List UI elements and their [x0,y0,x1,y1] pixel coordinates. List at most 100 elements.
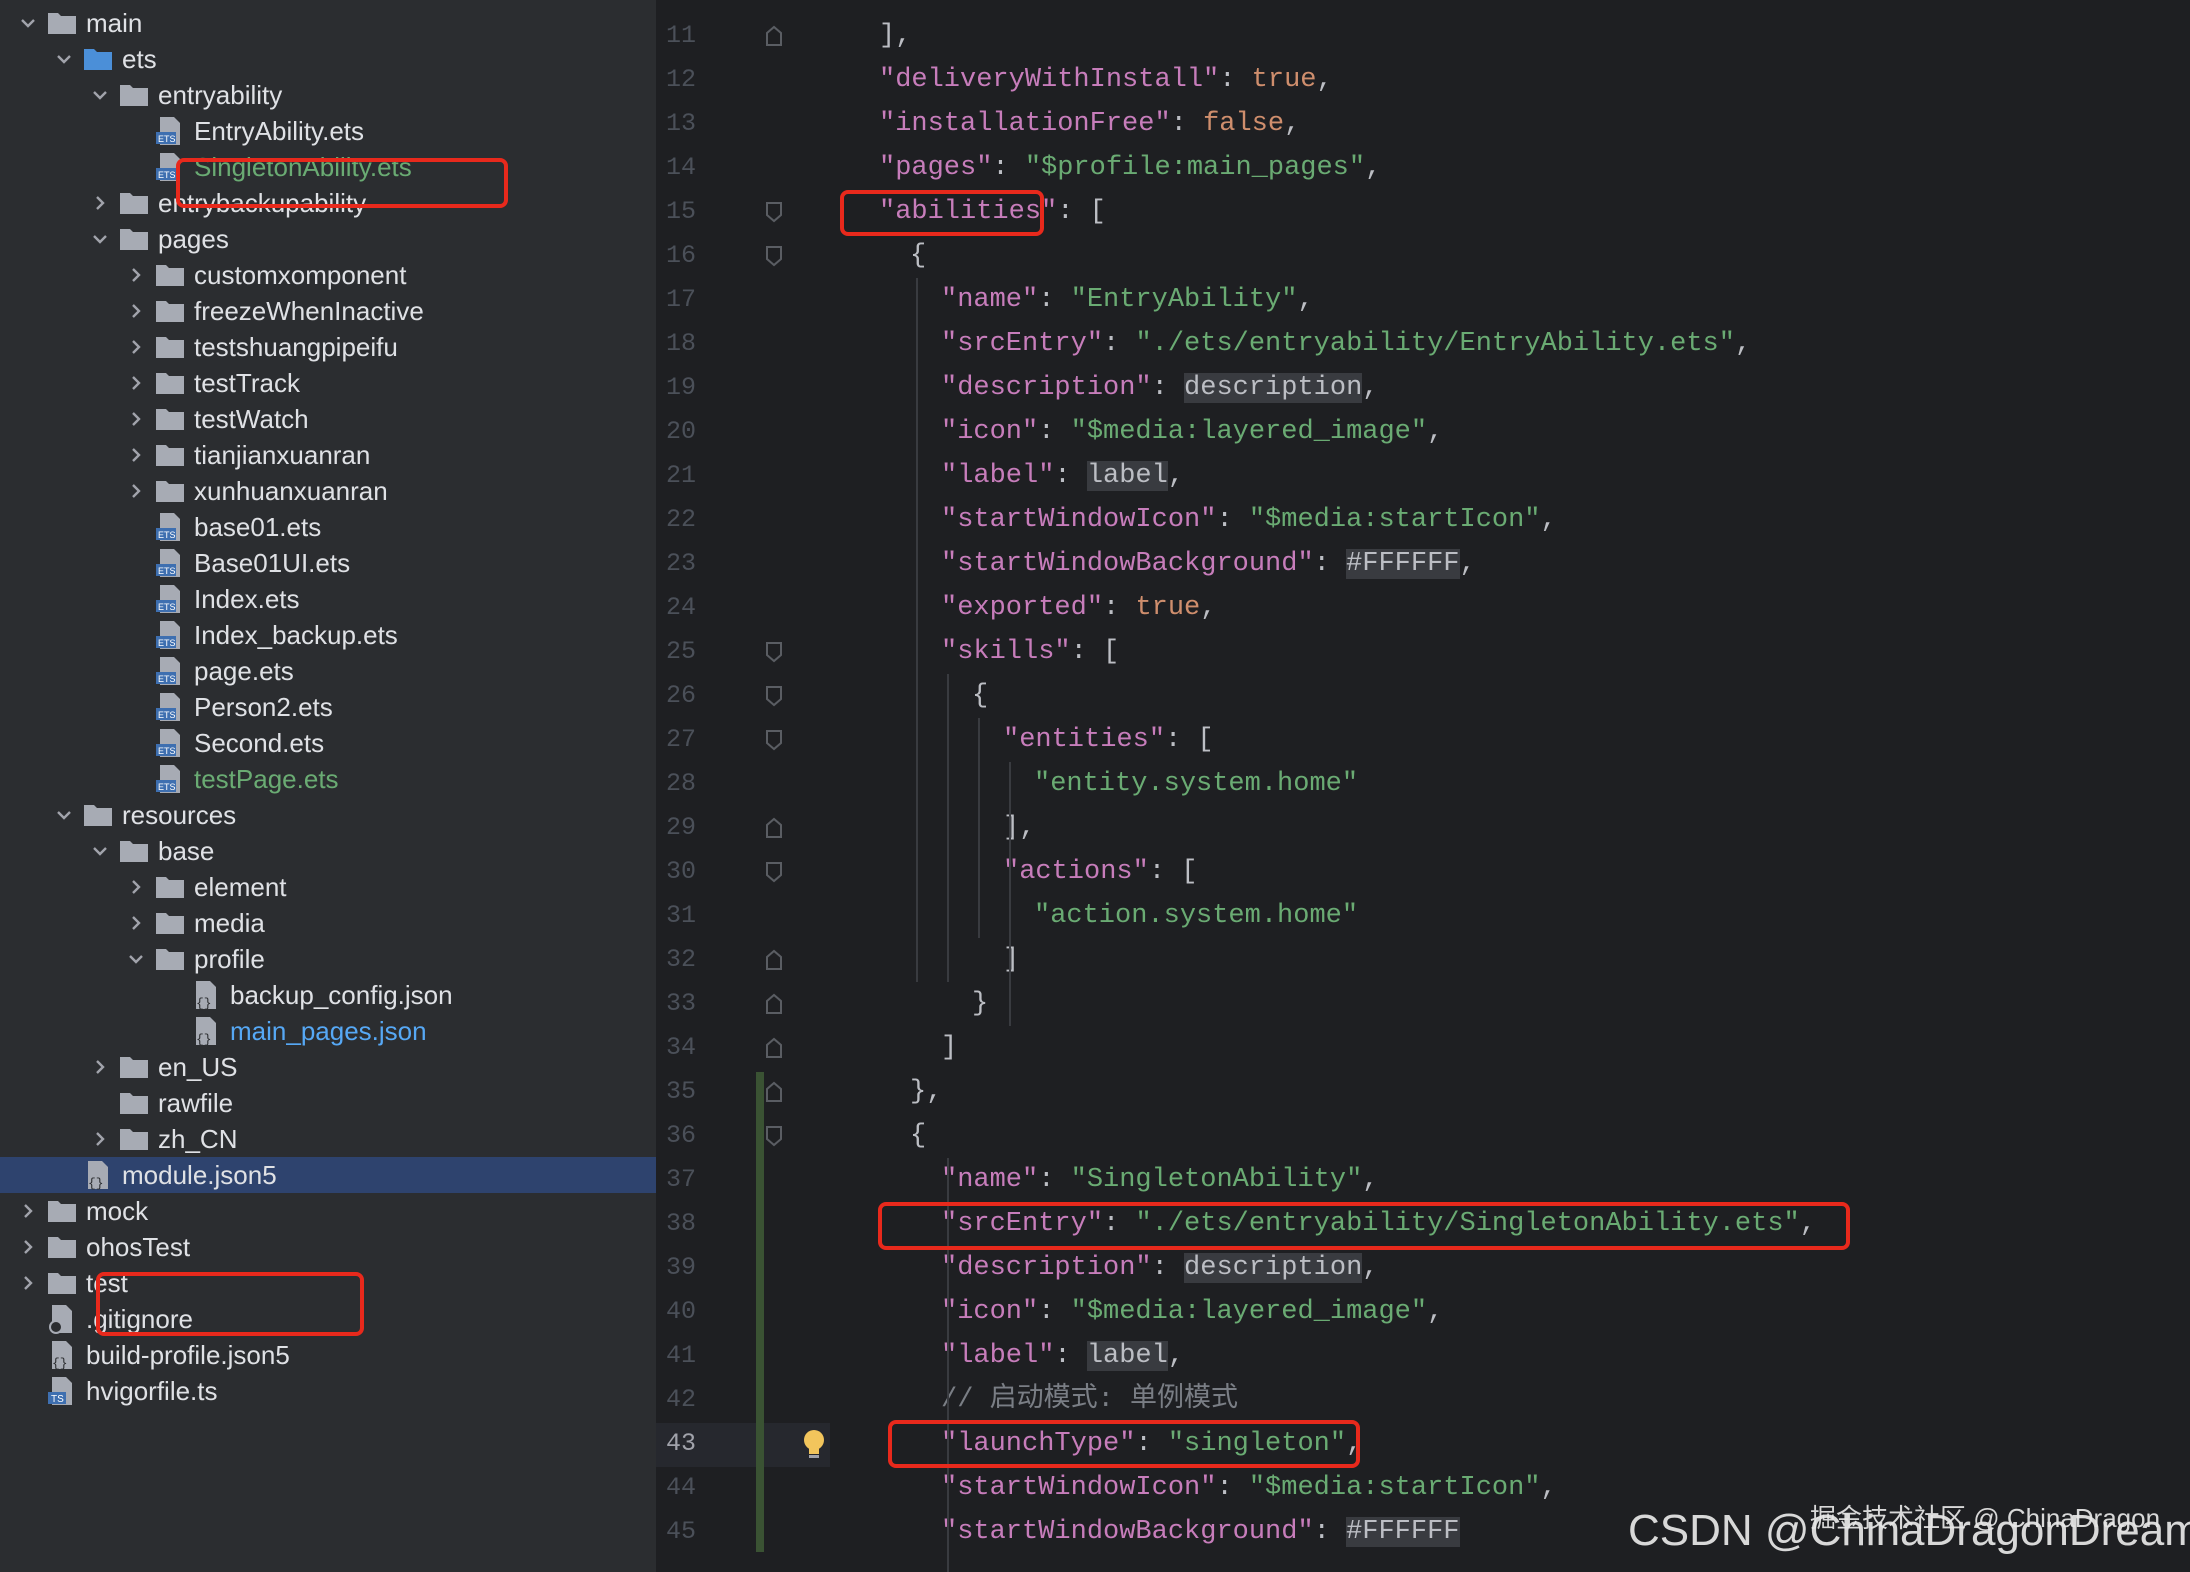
tree-item-testtrack[interactable]: testTrack [0,365,656,401]
tree-item-resources[interactable]: resources [0,797,656,833]
chevron-down-icon[interactable] [46,39,82,79]
code-line[interactable]: "startWindowIcon": "$media:startIcon", [941,1466,1557,1510]
code-line[interactable]: "name": "SingletonAbility", [941,1158,1378,1202]
chevron-right-icon[interactable] [118,363,154,403]
code-line[interactable]: "name": "EntryAbility", [941,278,1314,322]
code-line[interactable]: "entities": [ [1003,718,1214,762]
fold-marker-icon[interactable] [764,1037,784,1059]
tree-item-testwatch[interactable]: testWatch [0,401,656,437]
code-line[interactable]: "label": label, [941,1334,1184,1378]
fold-marker-icon[interactable] [764,201,784,223]
code-line[interactable]: "actions": [ [1003,850,1197,894]
chevron-right-icon[interactable] [118,399,154,439]
tree-item-media[interactable]: media [0,905,656,941]
chevron-right-icon[interactable] [10,1227,46,1267]
tree-item-en-us[interactable]: en_US [0,1049,656,1085]
fold-marker-icon[interactable] [764,949,784,971]
tree-item-pages[interactable]: pages [0,221,656,257]
chevron-right-icon[interactable] [118,867,154,907]
chevron-right-icon[interactable] [82,1047,118,1087]
chevron-right-icon[interactable] [118,255,154,295]
tree-item-entryability-ets[interactable]: ETS EntryAbility.ets [0,113,656,149]
code-line[interactable]: ], [1003,806,1035,850]
chevron-right-icon[interactable] [82,183,118,223]
chevron-right-icon[interactable] [118,903,154,943]
tree-item-profile[interactable]: profile [0,941,656,977]
chevron-down-icon[interactable] [118,939,154,979]
code-line[interactable]: { [910,234,926,278]
tree-item-tianjianxuanran[interactable]: tianjianxuanran [0,437,656,473]
tree-item-module-json5[interactable]: {} module.json5 [0,1157,656,1193]
fold-marker-icon[interactable] [764,993,784,1015]
code-line[interactable]: "startWindowBackground": #FFFFFF, [941,542,1476,586]
tree-item-base01ui-ets[interactable]: ETS Base01UI.ets [0,545,656,581]
project-tree-panel[interactable]: main ets entryability ETS EntryAbility.ets ET… [0,0,656,1572]
code-line[interactable]: "deliveryWithInstall": true, [879,58,1333,102]
code-line[interactable]: "exported": true, [941,586,1216,630]
tree-item-testpage-ets[interactable]: ETS testPage.ets [0,761,656,797]
fold-marker-icon[interactable] [764,245,784,267]
tree-item-ets[interactable]: ets [0,41,656,77]
tree-item-customxomponent[interactable]: customxomponent [0,257,656,293]
chevron-down-icon[interactable] [82,219,118,259]
tree-item-xunhuanxuanran[interactable]: xunhuanxuanran [0,473,656,509]
code-line[interactable]: "description": description, [941,366,1378,410]
tree-item-testshuangpipeifu[interactable]: testshuangpipeifu [0,329,656,365]
tree-item-ohostest[interactable]: ohosTest [0,1229,656,1265]
fold-marker-icon[interactable] [764,1125,784,1147]
fold-marker-icon[interactable] [764,25,784,47]
fold-marker-icon[interactable] [764,817,784,839]
fold-marker-icon[interactable] [764,861,784,883]
code-line[interactable]: { [972,674,988,718]
chevron-right-icon[interactable] [118,327,154,367]
tree-item-entryability[interactable]: entryability [0,77,656,113]
code-line[interactable]: "startWindowIcon": "$media:startIcon", [941,498,1557,542]
code-line[interactable]: ], [879,14,911,58]
tree-item-second-ets[interactable]: ETS Second.ets [0,725,656,761]
code-line[interactable]: ] [941,1026,957,1070]
fold-marker-icon[interactable] [764,641,784,663]
chevron-down-icon[interactable] [82,831,118,871]
tree-item-main-pages-json[interactable]: {} main_pages.json [0,1013,656,1049]
code-line[interactable]: "srcEntry": "./ets/entryability/EntryAbi… [941,322,1751,366]
tree-item-main[interactable]: main [0,5,656,41]
tree-item-freezewheninactive[interactable]: freezeWhenInactive [0,293,656,329]
code-line[interactable]: "description": description, [941,1246,1378,1290]
code-line[interactable]: "entity.system.home" [1034,762,1358,806]
tree-item-build-profile-json5[interactable]: {} build-profile.json5 [0,1337,656,1373]
chevron-right-icon[interactable] [118,291,154,331]
code-line[interactable]: }, [910,1070,942,1114]
chevron-right-icon[interactable] [82,1119,118,1159]
tree-item-mock[interactable]: mock [0,1193,656,1229]
tree-item-hvigorfile-ts[interactable]: TS hvigorfile.ts [0,1373,656,1409]
tree-item-rawfile[interactable]: rawfile [0,1085,656,1121]
tree-item-index-backup-ets[interactable]: ETS Index_backup.ets [0,617,656,653]
fold-marker-icon[interactable] [764,685,784,707]
fold-marker-icon[interactable] [764,1081,784,1103]
tree-item-base[interactable]: base [0,833,656,869]
code-line[interactable]: // 启动模式: 单例模式 [941,1378,1238,1422]
code-line[interactable]: "label": label, [941,454,1184,498]
code-line[interactable]: } [972,982,988,1026]
tree-item-index-ets[interactable]: ETS Index.ets [0,581,656,617]
code-line[interactable]: "pages": "$profile:main_pages", [879,146,1381,190]
tree-item-zh-cn[interactable]: zh_CN [0,1121,656,1157]
fold-marker-icon[interactable] [764,729,784,751]
code-line[interactable]: ] [1003,938,1019,982]
chevron-down-icon[interactable] [46,795,82,835]
chevron-right-icon[interactable] [118,435,154,475]
chevron-right-icon[interactable] [10,1191,46,1231]
tree-item-element[interactable]: element [0,869,656,905]
code-line[interactable]: "icon": "$media:layered_image", [941,1290,1443,1334]
code-line[interactable]: "skills": [ [941,630,1119,674]
tree-item-backup-config-json[interactable]: {} backup_config.json [0,977,656,1013]
tree-item-page-ets[interactable]: ETS page.ets [0,653,656,689]
code-line[interactable]: "action.system.home" [1034,894,1358,938]
code-line[interactable]: "icon": "$media:layered_image", [941,410,1443,454]
chevron-down-icon[interactable] [82,75,118,115]
lightbulb-icon[interactable] [800,1428,828,1462]
chevron-right-icon[interactable] [118,471,154,511]
tree-item-base01-ets[interactable]: ETS base01.ets [0,509,656,545]
code-line[interactable]: "startWindowBackground": #FFFFFF [941,1510,1460,1554]
tree-item-person2-ets[interactable]: ETS Person2.ets [0,689,656,725]
